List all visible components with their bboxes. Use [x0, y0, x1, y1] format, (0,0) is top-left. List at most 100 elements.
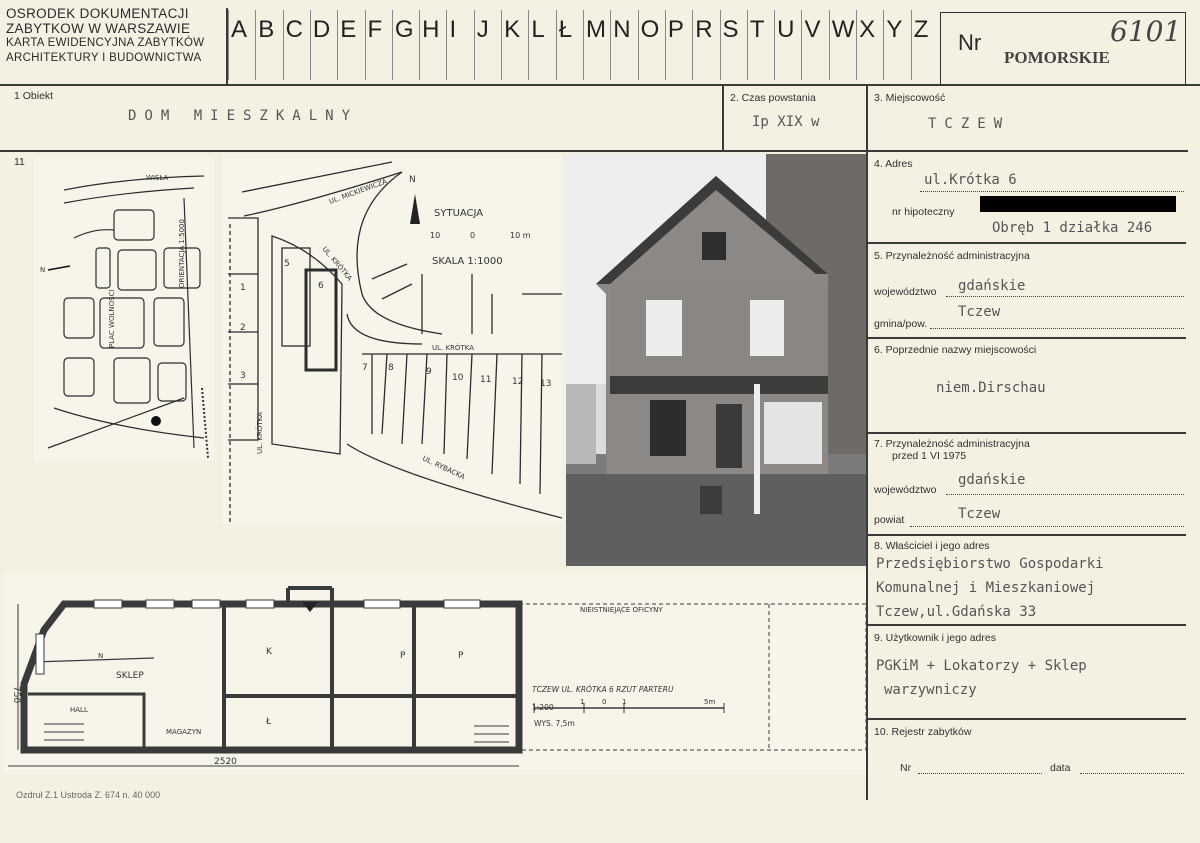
field-7-voivodeship: gdańskie: [958, 472, 1026, 488]
site-plan: N SYTUACJA SKALA 1:1000 10 0 10 m UL. MI…: [228, 161, 562, 524]
index-letter: Y: [886, 16, 903, 43]
plot-number: 9: [426, 367, 432, 377]
index-letter: J: [476, 16, 489, 43]
index-letter: R: [695, 16, 713, 43]
divider: [226, 8, 228, 84]
plot-number: 13: [540, 379, 551, 389]
letter-separator: [501, 10, 503, 80]
redaction-bar: [980, 196, 1176, 212]
field-1-label: 1 Obiekt: [14, 90, 54, 102]
field-5-voivodeship: gdańskie: [958, 278, 1026, 294]
field-7-county: Tczew: [958, 506, 1001, 522]
org-line-2: ZABYTKOW W WARSZAWIE: [6, 21, 191, 36]
index-letter: X: [859, 16, 876, 43]
field-4-plot: Obręb 1 działka 246: [992, 220, 1153, 236]
letter-separator: [637, 10, 639, 80]
divider: [866, 432, 1186, 434]
index-letter: P: [667, 16, 684, 43]
floorplan-missing-annex: NIEISTNIEJĄCE OFICYNY: [580, 606, 663, 614]
field-4-label: 4. Adres: [874, 158, 913, 170]
print-note: Ozdruł Z.1 Ustroda Z. 674 n. 40 000: [16, 790, 161, 800]
divider: [722, 84, 724, 150]
city-map: WISŁA ORIENTACJA 1:5000 PLAC WOLNOŚCI N: [40, 174, 209, 459]
plot-number: 5: [284, 259, 290, 269]
index-letter: M: [586, 16, 606, 43]
siteplan-scale: SKALA 1:1000: [432, 256, 503, 267]
letter-separator: [801, 10, 803, 80]
plot-number: 10: [452, 373, 464, 383]
siteplan-scale-tick: 10 m: [510, 231, 531, 240]
letter-separator: [528, 10, 530, 80]
dotted-line: [918, 773, 1042, 774]
building-photo: [566, 154, 866, 566]
field-5-woj-label: województwo: [874, 286, 937, 298]
divider: [0, 84, 1200, 86]
index-letter: I: [449, 16, 457, 43]
citymap-label-orientation: ORIENTACJA 1:5000: [178, 219, 186, 288]
card-line-2: ARCHITEKTURY I BUDOWNICTWA: [6, 52, 202, 64]
letter-separator: [583, 10, 584, 80]
field-9-line-2: warzywniczy: [884, 682, 977, 698]
index-letter: S: [722, 16, 739, 43]
field-2-label: 2. Czas powstania: [730, 92, 816, 104]
field-10-label: 10. Rejestr zabytków: [874, 726, 972, 738]
room-label: HALL: [70, 706, 88, 714]
field-8-label: 8. Właściciel i jego adres: [874, 540, 990, 552]
letter-separator: [337, 10, 339, 80]
field-6-value: niem.Dirschau: [936, 380, 1046, 396]
index-letter: Ł: [558, 16, 573, 43]
index-letter: F: [367, 16, 383, 43]
dotted-line: [946, 296, 1184, 297]
dotted-line: [946, 494, 1184, 495]
index-letter: C: [285, 16, 303, 43]
divider: [866, 718, 1186, 720]
letter-separator: [610, 10, 612, 80]
divider: [866, 534, 1186, 536]
field-8-line-1: Przedsiębiorstwo Gospodarki: [876, 556, 1104, 572]
siteplan-scale-tick: 10: [430, 231, 440, 240]
floorplan-scale-tick: 1: [622, 698, 626, 706]
room-label: Ł: [265, 717, 272, 727]
letter-separator: [364, 10, 366, 80]
field-1-value: DOM MIESZKALNY: [128, 108, 359, 124]
field-4-hip-label: nr hipoteczny: [892, 206, 955, 218]
letter-separator: [446, 10, 448, 80]
floorplan-height: 750: [11, 686, 21, 703]
index-letter: A: [231, 16, 248, 43]
field-7-woj-label: województwo: [874, 484, 937, 496]
letter-separator: [282, 10, 284, 80]
room-label: P: [458, 651, 464, 661]
index-letter: W: [831, 16, 855, 43]
letter-separator: [828, 10, 830, 80]
citymap-north: N: [40, 266, 45, 274]
field-2-value: Ip XIX w: [752, 114, 820, 130]
index-letter: T: [749, 16, 765, 43]
field-10-nr-label: Nr: [900, 762, 912, 774]
plot-number: 3: [240, 371, 246, 381]
field-4-address: ul.Krótka 6: [924, 172, 1017, 188]
index-letter: K: [504, 16, 521, 43]
field-3-label: 3. Miejscowość: [874, 92, 946, 104]
index-letter: D: [312, 16, 331, 43]
floorplan-scale-tick: 5m: [704, 698, 715, 706]
street-label: UL. KRÓTKA: [255, 412, 264, 454]
floorplan-scale-tick: 1: [580, 698, 584, 706]
divider: [866, 624, 1186, 626]
index-letter: V: [804, 16, 821, 43]
nr-label: Nr: [958, 30, 982, 55]
field-3-value: TCZEW: [928, 116, 1011, 132]
letter-separator: [746, 10, 748, 80]
index-letter: Z: [913, 16, 929, 43]
index-letter: U: [777, 16, 795, 43]
floorplan-caption: TCZEW UL. KRÓTKA 6 RZUT PARTERU: [532, 685, 674, 694]
dotted-line: [920, 191, 1184, 192]
dotted-line: [1080, 773, 1184, 774]
letter-separator: [555, 10, 557, 80]
letter-separator: [419, 10, 421, 80]
card-line-1: KARTA EWIDENCYJNA ZABYTKÓW: [6, 37, 205, 49]
siteplan-scale-tick: 0: [470, 231, 475, 240]
divider: [866, 337, 1186, 339]
room-label: MAGAZYN: [166, 728, 201, 736]
nr-region-stamp: POMORSKIE: [1004, 48, 1110, 67]
field-10-date-label: data: [1050, 762, 1071, 774]
